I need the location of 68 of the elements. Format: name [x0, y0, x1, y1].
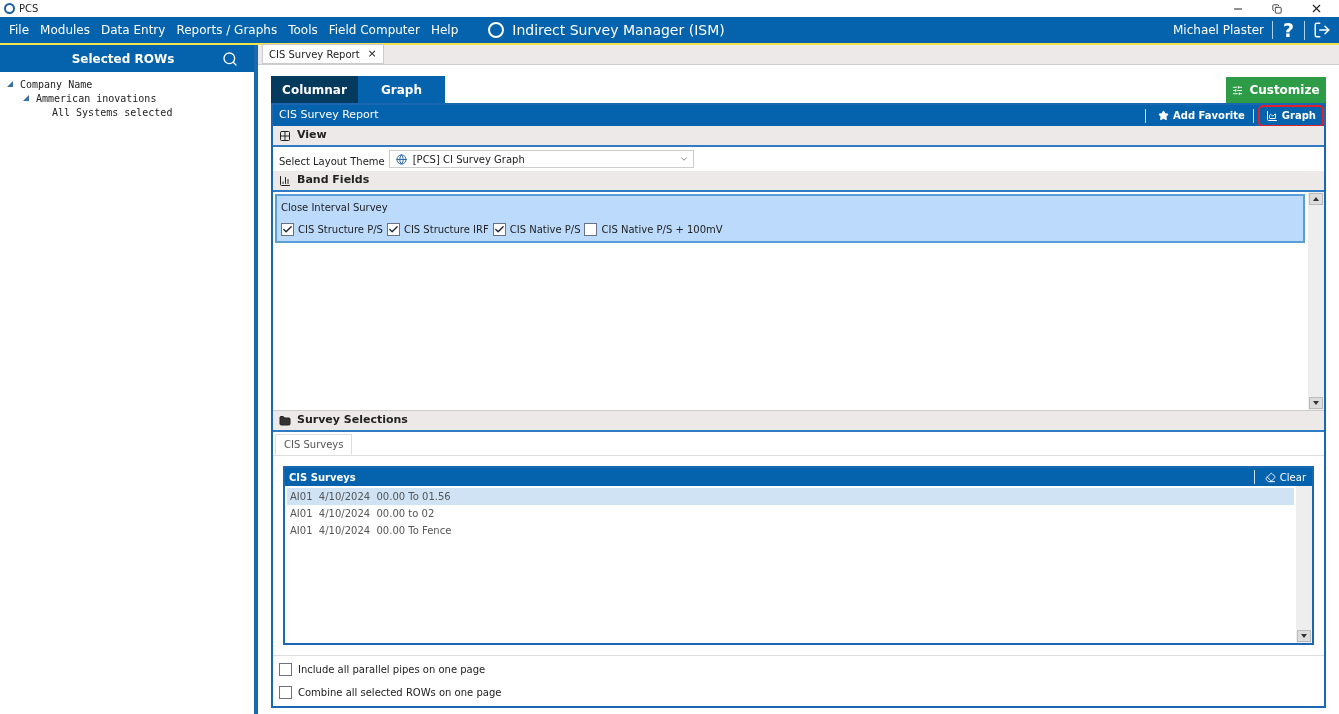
logout-icon[interactable] — [1313, 21, 1331, 39]
scrollbar[interactable] — [1296, 486, 1312, 643]
bar-chart-icon — [279, 174, 291, 187]
menu-item[interactable]: Reports / Graphs — [167, 21, 280, 39]
menu-item[interactable]: Data Entry — [92, 21, 168, 39]
checkbox-label: Include all parallel pipes on one page — [298, 663, 486, 677]
band-group[interactable]: Close Interval Survey CIS Structure P/S CIS Structure IRF CIS Native P/S CIS Native P/S + 100mV — [275, 194, 1305, 243]
survey-row[interactable]: AI01 4/10/2024 00.00 To 01.56 — [287, 488, 1294, 505]
folder-icon — [279, 414, 291, 427]
scroll-down-icon[interactable] — [1309, 397, 1323, 409]
grid-icon — [279, 129, 291, 142]
section-title: Band Fields — [297, 172, 370, 189]
checkbox-label: CIS Native P/S — [509, 223, 581, 237]
menu-item[interactable]: Help — [421, 21, 461, 39]
checkbox[interactable] — [386, 223, 400, 236]
user-name[interactable]: Michael Plaster — [1173, 21, 1273, 39]
tab-close-button[interactable]: × — [367, 45, 377, 63]
clear-button[interactable]: Clear — [1258, 469, 1312, 485]
menu-item[interactable]: File — [0, 21, 32, 39]
tree-item[interactable]: Company Name — [20, 76, 93, 92]
expand-toggle[interactable] — [23, 95, 32, 101]
survey-row[interactable]: AI01 4/10/2024 00.00 to 02 — [287, 505, 1294, 522]
toolbar-button[interactable]: Add Favorite — [1150, 104, 1253, 127]
checkbox-label: CIS Structure IRF — [403, 223, 489, 237]
star-icon — [1158, 110, 1169, 121]
close-icon[interactable] — [1310, 2, 1323, 15]
document-tab[interactable]: CIS Survey Report × — [262, 44, 384, 64]
scroll-up-icon[interactable] — [1309, 193, 1323, 205]
menu-item[interactable]: Tools — [279, 21, 320, 39]
checkbox-label: Combine all selected ROWs on one page — [298, 686, 502, 700]
report-title: CIS Survey Report — [279, 107, 380, 124]
help-button[interactable]: ? — [1272, 20, 1305, 40]
sliders-icon — [1232, 84, 1244, 96]
scroll-down-icon[interactable] — [1297, 630, 1311, 642]
section-title: Survey Selections — [297, 412, 408, 429]
tree-item[interactable]: Ammerican inovations — [36, 90, 157, 106]
checkbox-label: CIS Structure P/S — [298, 223, 383, 237]
app-title: Indirect Survey Manager (ISM) — [512, 20, 725, 40]
layout-theme-dropdown[interactable]: [PCS] CI Survey Graph — [388, 150, 694, 168]
app-logo-icon — [488, 22, 505, 38]
view-tab[interactable]: Graph — [358, 76, 445, 103]
tree-item[interactable]: All Systems selected — [52, 104, 173, 120]
scrollbar[interactable] — [1308, 192, 1324, 410]
checkbox[interactable] — [492, 223, 506, 236]
eraser-icon — [1264, 471, 1276, 483]
survey-tab[interactable]: CIS Surveys — [275, 434, 353, 455]
expand-toggle[interactable] — [7, 81, 16, 87]
search-icon[interactable] — [222, 50, 238, 67]
sidebar-title: Selected ROWs — [70, 50, 176, 68]
view-tab[interactable]: Columnar — [271, 76, 358, 103]
menu-item[interactable]: Field Computer — [319, 21, 422, 39]
app-logo-icon — [4, 3, 15, 14]
survey-row[interactable]: AI01 4/10/2024 00.00 To Fence — [287, 522, 1294, 539]
field-label: Select Layout Theme — [279, 154, 385, 169]
checkbox[interactable] — [279, 686, 292, 699]
group-title: Close Interval Survey — [281, 201, 389, 215]
checkbox[interactable] — [281, 223, 294, 236]
window-title: PCS — [19, 2, 39, 16]
restore-icon[interactable] — [1272, 3, 1282, 14]
area-chart-icon — [1265, 109, 1278, 122]
checkbox[interactable] — [584, 223, 598, 236]
globe-icon — [395, 153, 407, 165]
table-title: CIS Surveys — [289, 470, 357, 485]
checkbox-label: CIS Native P/S + 100mV — [601, 223, 723, 237]
checkbox[interactable] — [279, 663, 292, 676]
section-title: View — [297, 127, 327, 144]
menu-item[interactable]: Modules — [31, 21, 92, 39]
customize-button[interactable]: Customize — [1226, 77, 1326, 103]
